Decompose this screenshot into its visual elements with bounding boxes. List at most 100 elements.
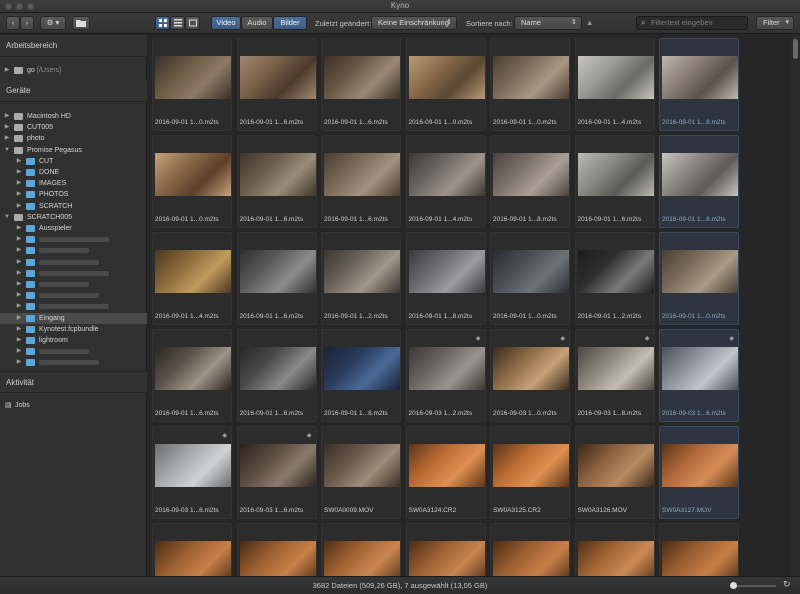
tree-item[interactable]: ▶: [0, 346, 147, 357]
media-item[interactable]: [405, 523, 486, 576]
back-button[interactable]: ‹: [6, 16, 20, 30]
disclosure-triangle-icon[interactable]: ▶: [16, 245, 22, 256]
list-view-button[interactable]: [170, 16, 185, 30]
media-item[interactable]: [659, 523, 739, 576]
media-item[interactable]: ◆ 2016-09-03 1...2.m2ts: [405, 329, 486, 422]
media-item[interactable]: 2016-09-01 1...0.m2ts: [405, 38, 486, 131]
media-item[interactable]: [236, 523, 317, 576]
media-item[interactable]: 2016-09-01 1...2.m2ts: [574, 232, 655, 325]
disclosure-triangle-icon[interactable]: ▶: [16, 178, 22, 189]
tree-item[interactable]: ▶: [0, 257, 147, 268]
disclosure-triangle-icon[interactable]: ▶: [16, 223, 22, 234]
search-input[interactable]: ⌕ Filtertext eingeben: [636, 16, 748, 30]
single-view-button[interactable]: [185, 16, 200, 30]
disclosure-triangle-icon[interactable]: ▶: [16, 324, 22, 335]
disclosure-triangle-icon[interactable]: ▶: [16, 301, 22, 312]
media-item[interactable]: 2016-09-01 1...8.m2ts: [490, 135, 570, 228]
media-item[interactable]: 2016-09-01 1...2.m2ts: [321, 232, 401, 325]
media-item[interactable]: ◆ 2016-09-03 1...0.m2ts: [490, 329, 570, 422]
disclosure-triangle-icon[interactable]: ▶: [4, 111, 10, 122]
media-item[interactable]: 2016-09-01 1...4.m2ts: [405, 135, 486, 228]
tree-item[interactable]: ▶ SCRATCH: [0, 201, 147, 212]
media-item[interactable]: [574, 523, 655, 576]
sort-direction-button[interactable]: ▲: [586, 18, 593, 27]
media-item[interactable]: 2016-09-01 1...8.m2ts: [659, 38, 739, 131]
media-item[interactable]: 2016-09-01 1...4.m2ts: [152, 232, 232, 325]
tree-item[interactable]: ▶: [0, 301, 147, 312]
media-item[interactable]: [490, 523, 570, 576]
media-item[interactable]: ◆ 2016-09-03 1...6.m2ts: [659, 329, 739, 422]
media-item[interactable]: ◆ 2016-09-03 1...6.m2ts: [236, 426, 317, 519]
media-item[interactable]: 2016-09-01 1...6.m2ts: [152, 329, 232, 422]
tree-item[interactable]: ▶ Ausspieler: [0, 223, 147, 234]
tree-item[interactable]: ▶ CUT: [0, 156, 147, 167]
media-item[interactable]: 2016-09-01 1...0.m2ts: [490, 232, 570, 325]
media-item[interactable]: SW0A3125.CR2: [490, 426, 570, 519]
media-item[interactable]: 2016-09-01 1...8.m2ts: [659, 135, 739, 228]
disclosure-triangle-icon[interactable]: ▶: [4, 122, 10, 133]
tree-item[interactable]: ▼ Promise Pegasus: [0, 145, 147, 156]
disclosure-triangle-icon[interactable]: ▶: [16, 167, 22, 178]
tree-item[interactable]: ▶: [0, 279, 147, 290]
disclosure-triangle-icon[interactable]: ▶: [16, 357, 22, 368]
disclosure-triangle-icon[interactable]: ▶: [16, 313, 22, 324]
modified-select[interactable]: Keine Einschränkung ⇕: [371, 16, 457, 30]
tree-item[interactable]: ▶: [0, 357, 147, 368]
filter-tab-images[interactable]: Bilder: [273, 16, 307, 30]
tree-item[interactable]: ▶ Eingang: [0, 312, 147, 324]
tree-item[interactable]: ▶: [0, 290, 147, 301]
disclosure-triangle-icon[interactable]: ▶: [4, 133, 10, 144]
tree-item[interactable]: ▶ lightroom: [0, 335, 147, 346]
media-item[interactable]: 2016-09-01 1...6.m2ts: [236, 135, 317, 228]
disclosure-triangle-icon[interactable]: ▶: [16, 279, 22, 290]
media-item[interactable]: 2016-09-01 1...0.m2ts: [659, 232, 739, 325]
disclosure-triangle-icon[interactable]: ▶: [4, 65, 10, 76]
disclosure-triangle-icon[interactable]: ▶: [16, 290, 22, 301]
tree-item[interactable]: ▶: [0, 245, 147, 256]
tree-item[interactable]: ▶ photo: [0, 133, 147, 144]
media-item[interactable]: ◆ 2016-09-03 1...8.m2ts: [574, 329, 655, 422]
filter-button[interactable]: Filter ▾: [756, 16, 794, 30]
scrollbar-thumb[interactable]: [793, 39, 798, 59]
settings-menu-button[interactable]: ⚙ ▾: [40, 16, 66, 30]
media-item[interactable]: 2016-09-01 1...6.m2ts: [236, 329, 317, 422]
media-item[interactable]: [321, 523, 401, 576]
grid-scrollbar[interactable]: [791, 35, 800, 576]
disclosure-triangle-icon[interactable]: ▶: [16, 234, 22, 245]
tree-item[interactable]: ▼ SCRATCH005: [0, 212, 147, 223]
workspace-item[interactable]: ▶ go [/Users]: [0, 65, 147, 76]
tree-item[interactable]: ▶ IMAGES: [0, 178, 147, 189]
jobs-item[interactable]: ▤ Jobs: [0, 400, 147, 411]
open-folder-button[interactable]: [72, 16, 90, 30]
media-item[interactable]: SW0A3124.CR2: [405, 426, 486, 519]
thumbnail-size-slider[interactable]: [736, 585, 776, 587]
media-item[interactable]: 2016-09-01 1...6.m2ts: [321, 135, 401, 228]
tree-item[interactable]: ▶ Kynotest.fcpbundle: [0, 324, 147, 335]
filter-tab-audio[interactable]: Audio: [241, 16, 273, 30]
thumbnail-size-slider-knob[interactable]: [730, 582, 737, 589]
media-item[interactable]: 2016-09-01 1...6.m2ts: [321, 38, 401, 131]
forward-button[interactable]: ›: [20, 16, 34, 30]
tree-item[interactable]: ▶ DONE: [0, 167, 147, 178]
media-item[interactable]: SW0A3127.MOV: [659, 426, 739, 519]
disclosure-triangle-icon[interactable]: ▶: [16, 335, 22, 346]
tree-item[interactable]: ▶ Macintosh HD: [0, 111, 147, 122]
media-item[interactable]: 2016-09-01 1...0.m2ts: [152, 38, 232, 131]
media-item[interactable]: 2016-09-01 1...8.m2ts: [405, 232, 486, 325]
disclosure-triangle-icon[interactable]: ▼: [4, 212, 10, 223]
media-item[interactable]: 2016-09-01 1...6.m2ts: [574, 135, 655, 228]
disclosure-triangle-icon[interactable]: ▶: [16, 189, 22, 200]
disclosure-triangle-icon[interactable]: ▶: [16, 346, 22, 357]
media-item[interactable]: 2016-09-01 1...8.m2ts: [321, 329, 401, 422]
disclosure-triangle-icon[interactable]: ▶: [16, 268, 22, 279]
grid-view-button[interactable]: [155, 16, 170, 30]
media-item[interactable]: 2016-09-01 1...6.m2ts: [236, 232, 317, 325]
media-item[interactable]: SW0A3126.MOV: [574, 426, 655, 519]
media-item[interactable]: ◆ 2016-09-03 1...6.m2ts: [152, 426, 232, 519]
disclosure-triangle-icon[interactable]: ▶: [16, 156, 22, 167]
filter-tab-video[interactable]: Video: [211, 16, 241, 30]
tree-item[interactable]: ▶: [0, 268, 147, 279]
media-grid[interactable]: 2016-09-01 1...0.m2ts 2016-09-01 1...6.m2…: [148, 35, 791, 576]
media-item[interactable]: 2016-09-01 1...0.m2ts: [152, 135, 232, 228]
media-item[interactable]: 2016-09-01 1...0.m2ts: [490, 38, 570, 131]
